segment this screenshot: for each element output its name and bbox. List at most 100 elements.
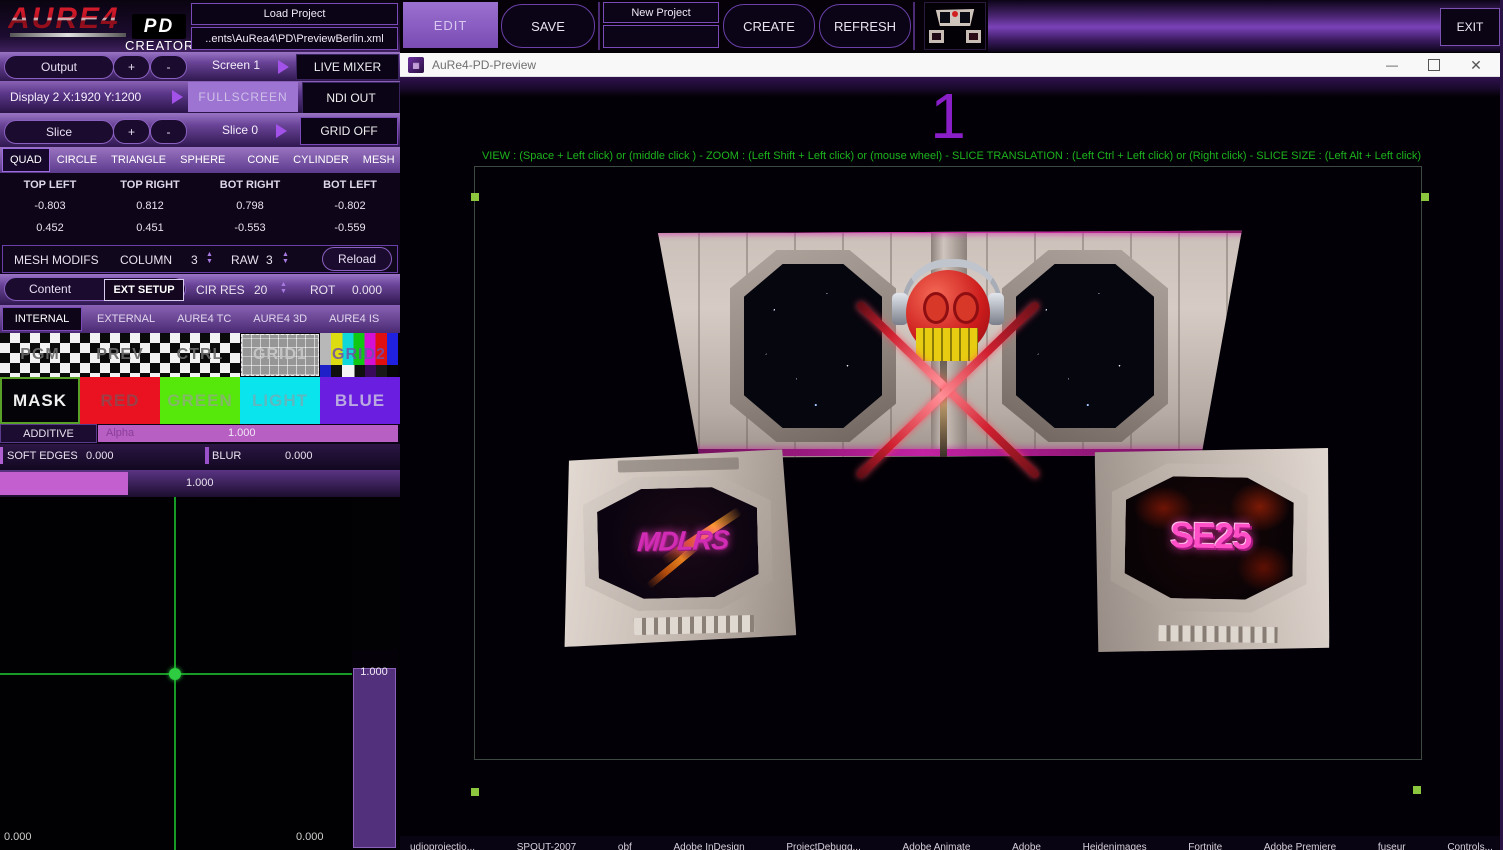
taskbar-item[interactable]: Controls... <box>1447 842 1493 850</box>
coord-x-value[interactable]: 0.812 <box>100 200 200 212</box>
coord-y-value[interactable]: 0.451 <box>100 222 200 234</box>
rot-value[interactable]: 0.000 <box>352 283 382 297</box>
tab-aure4-tc[interactable]: AURE4 TC <box>170 305 238 333</box>
save-button[interactable]: SAVE <box>501 4 595 48</box>
tab-circle[interactable]: CIRCLE <box>50 147 104 173</box>
tab-sphere[interactable]: SPHERE <box>173 147 232 173</box>
tab-mesh[interactable]: MESH <box>356 147 402 173</box>
maximize-icon[interactable] <box>1414 53 1454 77</box>
slice-handle-bottom-left[interactable] <box>471 788 479 796</box>
thumb-pgm[interactable]: PGM <box>0 333 80 377</box>
alpha-slider[interactable]: Alpha 1.000 <box>98 425 398 442</box>
slice-handle-top-right[interactable] <box>1421 193 1429 201</box>
cir-res-spinner[interactable]: ▲▼ <box>280 281 287 295</box>
thumb-prev[interactable]: PREV <box>80 333 160 377</box>
coord-y-value[interactable]: -0.559 <box>300 222 400 234</box>
tab-triangle[interactable]: TRIANGLE <box>104 147 173 173</box>
soft-edges-marker[interactable] <box>0 447 3 464</box>
column-spinner[interactable]: ▲▼ <box>206 251 213 265</box>
tab-internal[interactable]: INTERNAL <box>2 307 82 331</box>
screen-next-icon[interactable] <box>278 60 289 74</box>
taskbar-item[interactable]: obf <box>618 842 632 850</box>
vertical-slider-fill[interactable] <box>353 668 396 848</box>
taskbar-item[interactable]: Adobe InDesign <box>674 842 745 850</box>
preview-viewport[interactable]: 1 VIEW : (Space + Left click) or (middle… <box>400 77 1503 850</box>
coord-y-value[interactable]: -0.553 <box>200 222 300 234</box>
screen-minus-button[interactable]: - <box>150 55 187 79</box>
channel-green-button[interactable]: GREEN <box>160 377 240 424</box>
slice-next-icon[interactable] <box>276 124 287 138</box>
raw-value[interactable]: 3 <box>266 253 273 267</box>
spinner-up-icon[interactable]: ▲ <box>206 251 213 258</box>
slice-plus-button[interactable]: + <box>113 119 150 144</box>
tab-aure4-is[interactable]: AURE4 IS <box>322 305 386 333</box>
slice-minus-button[interactable]: - <box>150 119 187 144</box>
coord-x-value[interactable]: -0.802 <box>300 200 400 212</box>
channel-blue-button[interactable]: BLUE <box>320 377 400 424</box>
create-button[interactable]: CREATE <box>723 4 815 48</box>
edge-slider[interactable]: 1.000 <box>0 470 400 497</box>
column-value[interactable]: 3 <box>191 253 198 267</box>
channel-mask-button[interactable]: MASK <box>0 377 80 424</box>
channel-red-button[interactable]: RED <box>80 377 160 424</box>
slice-handle-bottom-right[interactable] <box>1413 786 1421 794</box>
tab-quad[interactable]: QUAD <box>2 148 50 172</box>
edge-slider-fill[interactable] <box>0 472 128 495</box>
taskbar-item[interactable]: udioprojectio... <box>410 842 475 850</box>
slice-handle-top-left[interactable] <box>471 193 479 201</box>
taskbar-item[interactable]: fuseur <box>1378 842 1406 850</box>
coord-x-value[interactable]: 0.798 <box>200 200 300 212</box>
blur-value[interactable]: 0.000 <box>285 450 313 462</box>
edit-button[interactable]: EDIT <box>403 2 498 48</box>
ext-setup-button[interactable]: EXT SETUP <box>104 279 184 301</box>
preview-titlebar[interactable]: ▦ AuRe4-PD-Preview — ✕ <box>400 53 1503 77</box>
fullscreen-button[interactable]: FULLSCREEN <box>188 82 298 112</box>
live-mixer-button[interactable]: LIVE MIXER <box>296 54 399 80</box>
blur-marker[interactable] <box>205 447 209 464</box>
taskbar-item[interactable]: Adobe Premiere <box>1264 842 1336 850</box>
scene-thumbnail[interactable] <box>924 2 986 50</box>
output-button[interactable]: Output <box>4 55 114 79</box>
taskbar-item[interactable]: SPOUT-2007 <box>517 842 576 850</box>
vertical-slider[interactable]: 1.000 <box>352 650 398 850</box>
pad-handle[interactable] <box>169 668 181 680</box>
channel-light-button[interactable]: LIGHT <box>240 377 320 424</box>
taskbar-item[interactable]: Fortnite <box>1188 842 1222 850</box>
spinner-down-icon[interactable]: ▼ <box>282 258 289 265</box>
taskbar-item[interactable]: Adobe <box>1012 842 1041 850</box>
coord-x-value[interactable]: -0.803 <box>0 200 100 212</box>
minimize-icon[interactable]: — <box>1372 53 1412 77</box>
spinner-down-icon[interactable]: ▼ <box>280 288 287 295</box>
reload-button[interactable]: Reload <box>322 247 392 271</box>
load-project-button[interactable]: Load Project <box>191 3 398 25</box>
taskbar-item[interactable]: Heidenimages <box>1083 842 1147 850</box>
coord-y-value[interactable]: 0.452 <box>0 222 100 234</box>
thumb-grid1[interactable]: GRID1 <box>241 334 319 376</box>
soft-edges-value[interactable]: 0.000 <box>86 450 114 462</box>
tab-cone[interactable]: CONE <box>240 147 286 173</box>
taskbar-item[interactable]: ProjectDebugg... <box>786 842 861 850</box>
spinner-up-icon[interactable]: ▲ <box>280 281 287 288</box>
screen-plus-button[interactable]: + <box>113 55 150 79</box>
tab-external[interactable]: EXTERNAL <box>90 305 162 333</box>
close-icon[interactable]: ✕ <box>1456 53 1496 77</box>
tab-cylinder[interactable]: CYLINDER <box>286 147 356 173</box>
project-path-field[interactable]: ..ents\AuRea4\PD\PreviewBerlin.xml <box>191 27 398 50</box>
spinner-up-icon[interactable]: ▲ <box>282 251 289 258</box>
taskbar-item[interactable]: Adobe Animate <box>903 842 971 850</box>
refresh-button[interactable]: REFRESH <box>819 4 911 48</box>
position-pad[interactable]: 0.000 0.000 <box>0 497 352 850</box>
tab-aure4-3d[interactable]: AURE4 3D <box>246 305 314 333</box>
new-project-input[interactable] <box>603 25 719 48</box>
thumb-grid2[interactable]: GRID2 <box>320 333 398 377</box>
slice-button[interactable]: Slice <box>4 120 114 144</box>
ndi-out-button[interactable]: NDI OUT <box>302 82 400 114</box>
thumb-ctrl[interactable]: CTRL <box>160 333 240 377</box>
grid-off-button[interactable]: GRID OFF <box>300 117 398 145</box>
spinner-down-icon[interactable]: ▼ <box>206 258 213 265</box>
additive-button[interactable]: ADDITIVE <box>0 424 97 443</box>
cir-res-value[interactable]: 20 <box>254 283 267 297</box>
exit-button[interactable]: EXIT <box>1440 8 1500 46</box>
raw-spinner[interactable]: ▲▼ <box>282 251 289 265</box>
display-next-icon[interactable] <box>172 90 183 104</box>
